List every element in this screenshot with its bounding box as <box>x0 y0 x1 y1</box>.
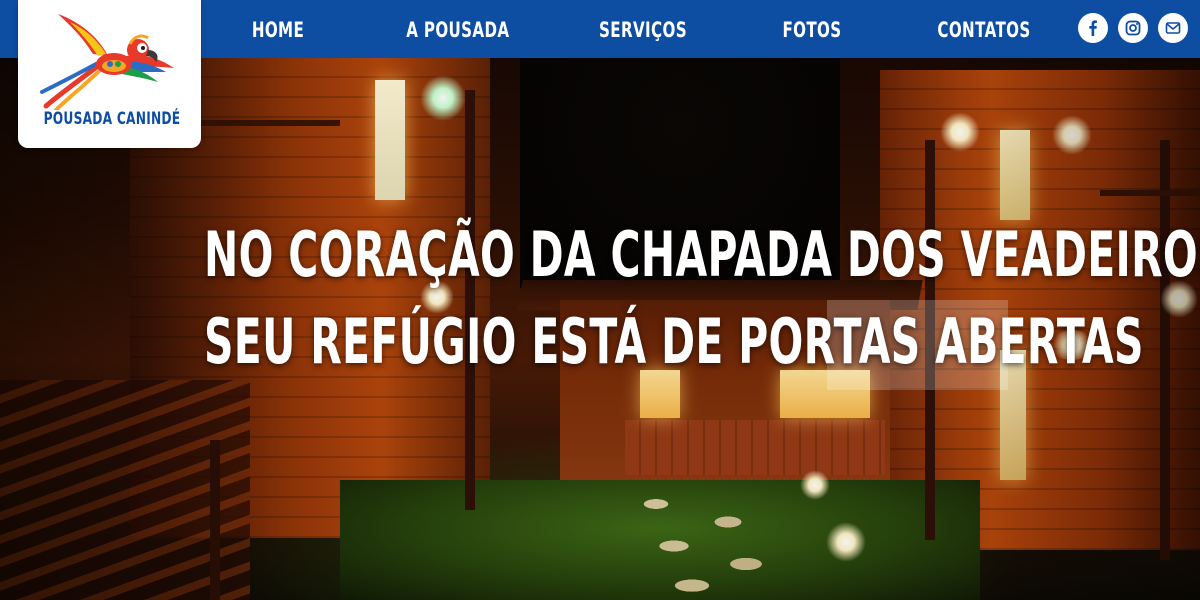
macaw-logo-icon <box>40 14 174 110</box>
email-button[interactable] <box>1158 13 1188 43</box>
hero-headline-line1: NO CORAÇÃO DA CHAPADA DOS VEADEIROS, <box>203 218 1200 291</box>
site-logo-link[interactable]: POUSADA CANINDÉ <box>18 0 201 148</box>
brand-name: POUSADA CANINDÉ <box>43 109 181 129</box>
nav-contatos-link[interactable]: CONTATOS <box>936 14 1031 46</box>
nav-a-pousada-link[interactable]: A POUSADA <box>406 14 509 46</box>
instagram-button[interactable] <box>1118 13 1148 43</box>
email-icon <box>1165 22 1181 34</box>
instagram-icon <box>1125 20 1141 36</box>
facebook-button[interactable] <box>1078 13 1108 43</box>
nav-fotos-link[interactable]: FOTOS <box>780 14 845 46</box>
hero-headline-line2: SEU REFÚGIO ESTÁ DE PORTAS ABERTAS <box>203 305 1144 378</box>
facebook-icon <box>1089 20 1097 36</box>
nav-home-link[interactable]: HOME <box>242 14 314 46</box>
nav-servicos-link[interactable]: SERVIÇOS <box>596 14 690 46</box>
